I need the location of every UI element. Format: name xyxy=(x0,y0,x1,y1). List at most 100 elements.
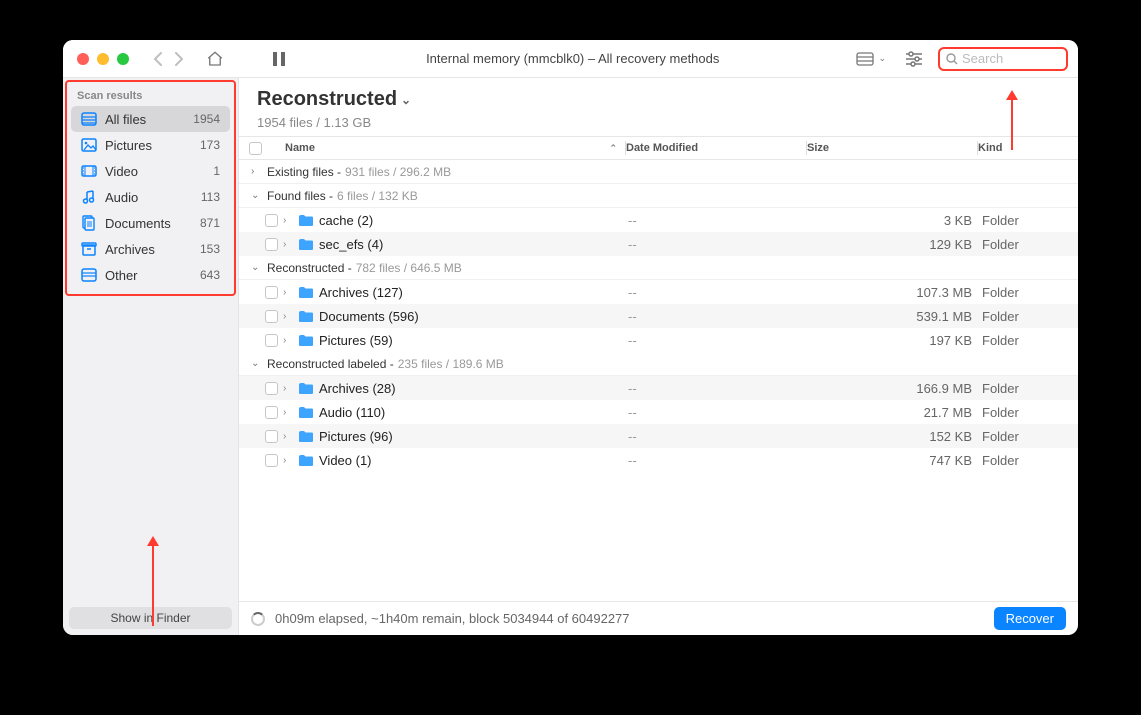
row-name: cache (2) xyxy=(319,213,628,228)
folder-icon xyxy=(297,382,315,395)
chevron-down-icon: ⌄ xyxy=(878,53,886,64)
group-header[interactable]: ⌄Reconstructed - 782 files / 646.5 MB xyxy=(239,256,1078,280)
expand-icon[interactable]: › xyxy=(283,287,297,298)
forward-button[interactable] xyxy=(169,49,189,69)
main-title-dropdown[interactable]: Reconstructed ⌄ xyxy=(257,88,1060,111)
disclosure-icon: ⌄ xyxy=(251,262,263,273)
row-size: 197 KB xyxy=(808,333,978,348)
table-row[interactable]: ›Archives (28)--166.9 MBFolder xyxy=(239,376,1078,400)
folder-icon xyxy=(297,454,315,467)
fullscreen-window-button[interactable] xyxy=(117,53,129,65)
sidebar-item-count: 153 xyxy=(190,242,220,256)
page-title: Reconstructed xyxy=(257,88,397,111)
list-view-icon xyxy=(856,52,874,66)
recover-button[interactable]: Recover xyxy=(994,607,1066,630)
search-placeholder: Search xyxy=(962,51,1003,66)
expand-icon[interactable]: › xyxy=(283,383,297,394)
table-row[interactable]: ›cache (2)--3 KBFolder xyxy=(239,208,1078,232)
table-row[interactable]: ›Video (1)--747 KBFolder xyxy=(239,448,1078,472)
sidebar-item-audio[interactable]: Audio113 xyxy=(71,184,230,210)
row-kind: Folder xyxy=(978,285,1078,300)
all-icon xyxy=(81,111,97,127)
sidebar-highlight-box: Scan results All files1954Pictures173Vid… xyxy=(65,80,236,296)
minimize-window-button[interactable] xyxy=(97,53,109,65)
expand-icon[interactable]: › xyxy=(283,455,297,466)
group-name: Reconstructed labeled - xyxy=(267,357,394,371)
table-row[interactable]: ›Pictures (96)--152 KBFolder xyxy=(239,424,1078,448)
table-row[interactable]: ›Pictures (59)--197 KBFolder xyxy=(239,328,1078,352)
column-name-label: Name xyxy=(285,142,315,154)
expand-icon[interactable]: › xyxy=(283,239,297,250)
search-icon xyxy=(946,53,958,65)
table-row[interactable]: ›Documents (596)--539.1 MBFolder xyxy=(239,304,1078,328)
sidebar-item-all-files[interactable]: All files1954 xyxy=(71,106,230,132)
row-checkbox[interactable] xyxy=(265,406,278,419)
row-size: 129 KB xyxy=(808,237,978,252)
row-size: 747 KB xyxy=(808,453,978,468)
sidebar-item-documents[interactable]: Documents871 xyxy=(71,210,230,236)
column-header-name[interactable]: Name ⌃ xyxy=(273,142,625,154)
table-row[interactable]: ›Audio (110)--21.7 MBFolder xyxy=(239,400,1078,424)
disclosure-icon: ⌄ xyxy=(251,190,263,201)
search-box[interactable]: Search xyxy=(938,47,1068,71)
row-checkbox[interactable] xyxy=(265,310,278,323)
back-button[interactable] xyxy=(147,49,167,69)
toolbar: Internal memory (mmcblk0) – All recovery… xyxy=(63,40,1078,78)
row-size: 166.9 MB xyxy=(808,381,978,396)
group-name: Found files - xyxy=(267,189,333,203)
column-header-date[interactable]: Date Modified xyxy=(626,142,806,154)
expand-icon[interactable]: › xyxy=(283,407,297,418)
row-checkbox[interactable] xyxy=(265,382,278,395)
row-name: Video (1) xyxy=(319,453,628,468)
row-name: Archives (127) xyxy=(319,285,628,300)
expand-icon[interactable]: › xyxy=(283,215,297,226)
expand-icon[interactable]: › xyxy=(283,311,297,322)
app-window: Internal memory (mmcblk0) – All recovery… xyxy=(63,40,1078,635)
pause-button[interactable] xyxy=(265,47,293,71)
sidebar-item-other[interactable]: Other643 xyxy=(71,262,230,288)
annotation-arrow-sidebar xyxy=(143,536,163,626)
group-header[interactable]: ⌄Found files - 6 files / 132 KB xyxy=(239,184,1078,208)
table-row[interactable]: ›Archives (127)--107.3 MBFolder xyxy=(239,280,1078,304)
other-icon xyxy=(81,267,97,283)
folder-icon xyxy=(297,238,315,251)
row-date: -- xyxy=(628,213,808,228)
sidebar-item-label: Documents xyxy=(105,216,182,231)
expand-icon[interactable]: › xyxy=(283,335,297,346)
row-kind: Folder xyxy=(978,237,1078,252)
row-checkbox[interactable] xyxy=(265,334,278,347)
row-kind: Folder xyxy=(978,405,1078,420)
chevron-down-icon: ⌄ xyxy=(401,93,411,107)
row-checkbox[interactable] xyxy=(265,454,278,467)
audio-icon xyxy=(81,189,97,205)
sidebar-item-pictures[interactable]: Pictures173 xyxy=(71,132,230,158)
group-header[interactable]: ⌄Reconstructed labeled - 235 files / 189… xyxy=(239,352,1078,376)
home-button[interactable] xyxy=(201,47,229,71)
sidebar-item-label: Other xyxy=(105,268,182,283)
row-checkbox[interactable] xyxy=(265,214,278,227)
sidebar-item-archives[interactable]: Archives153 xyxy=(71,236,230,262)
row-checkbox[interactable] xyxy=(265,286,278,299)
expand-icon[interactable]: › xyxy=(283,431,297,442)
select-all-checkbox[interactable] xyxy=(249,142,262,155)
row-size: 107.3 MB xyxy=(808,285,978,300)
view-mode-button[interactable]: ⌄ xyxy=(852,50,890,68)
table-row[interactable]: ›sec_efs (4)--129 KBFolder xyxy=(239,232,1078,256)
close-window-button[interactable] xyxy=(77,53,89,65)
nav-arrows xyxy=(147,49,189,69)
group-meta: 235 files / 189.6 MB xyxy=(398,357,504,371)
column-header-size[interactable]: Size xyxy=(807,142,977,154)
row-checkbox[interactable] xyxy=(265,430,278,443)
row-size: 539.1 MB xyxy=(808,309,978,324)
group-header[interactable]: ›Existing files - 931 files / 296.2 MB xyxy=(239,160,1078,184)
sidebar-item-video[interactable]: Video1 xyxy=(71,158,230,184)
row-name: sec_efs (4) xyxy=(319,237,628,252)
column-header-kind[interactable]: Kind xyxy=(978,142,1078,154)
row-checkbox[interactable] xyxy=(265,238,278,251)
folder-icon xyxy=(297,310,315,323)
settings-sliders-button[interactable] xyxy=(900,47,928,71)
row-size: 152 KB xyxy=(808,429,978,444)
folder-icon xyxy=(297,214,315,227)
file-list[interactable]: ›Existing files - 931 files / 296.2 MB ⌄ F… xyxy=(239,160,1078,601)
folder-icon xyxy=(297,286,315,299)
